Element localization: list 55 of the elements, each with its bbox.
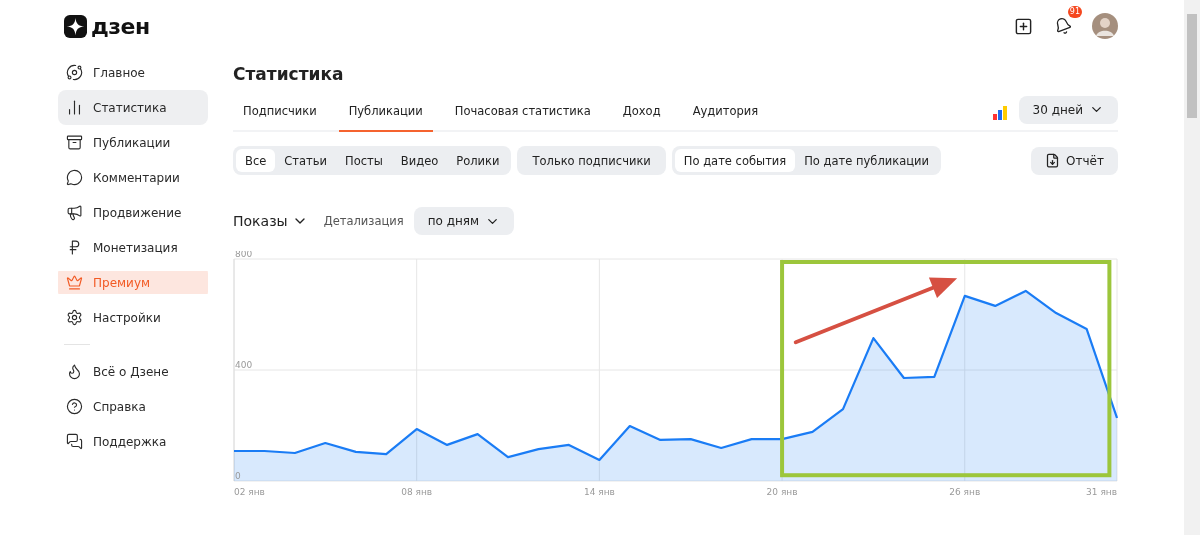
filter-option[interactable]: Видео (391, 149, 448, 172)
logo-text: дзен (91, 13, 150, 39)
axis-label: 02 янв (234, 487, 265, 497)
crown-icon (66, 274, 83, 291)
bar-chart-icon (66, 99, 83, 116)
sidebar-item[interactable]: Настройки (58, 300, 208, 335)
axis-label: 31 янв (1086, 487, 1117, 497)
filter-option[interactable]: Статьи (275, 149, 337, 172)
filter-option[interactable]: По дате публикации (795, 149, 938, 172)
axis-label: 26 янв (949, 487, 981, 497)
metric-dropdown[interactable]: Показы (233, 213, 308, 229)
page-title: Статистика (233, 64, 345, 84)
axis-label: 0 (235, 471, 241, 481)
filter-option[interactable]: Ролики (447, 149, 509, 172)
tab[interactable]: Доход (612, 94, 671, 132)
scrollbar[interactable] (1184, 0, 1200, 535)
help-icon (66, 398, 83, 415)
filter-option[interactable]: По дате события (674, 149, 796, 172)
sidebar-item[interactable]: Монетизация (58, 230, 208, 265)
settings-icon (66, 309, 83, 326)
sidebar-item[interactable]: Главное (58, 55, 208, 90)
planet-icon (66, 64, 83, 81)
sidebar-item[interactable]: Продвижение (58, 195, 208, 230)
sidebar-item[interactable]: Поддержка (58, 424, 208, 459)
flame-icon (66, 363, 83, 380)
sidebar-item[interactable]: Всё о Дзене (58, 354, 208, 389)
tab[interactable]: Аудитория (682, 94, 769, 132)
tab[interactable]: Почасовая статистика (444, 94, 601, 132)
sidebar-item[interactable]: Справка (58, 389, 208, 424)
sidebar-item[interactable]: Публикации (58, 125, 208, 160)
detail-label: Детализация (323, 214, 404, 228)
speech-bubble-icon (66, 169, 83, 186)
avatar[interactable] (1092, 13, 1118, 39)
subscribers-only-toggle[interactable]: Только подписчики (517, 146, 666, 175)
axis-label: 20 янв (766, 487, 798, 497)
bar-chart-icon (992, 105, 1007, 120)
axis-label: 14 янв (583, 487, 615, 497)
sidebar-item[interactable]: Статистика (58, 90, 208, 125)
axis-label: 800 (235, 251, 253, 259)
notification-count: 91 (1067, 6, 1082, 18)
filter-option[interactable]: Посты (336, 149, 392, 172)
megaphone-icon (66, 204, 83, 221)
report-button[interactable]: Отчёт (1031, 146, 1118, 175)
stack-icon (66, 134, 83, 151)
file-download-icon (1045, 153, 1061, 168)
detail-dropdown[interactable]: по дням (413, 207, 515, 235)
axis-label: 08 янв (401, 487, 433, 497)
logo-icon (64, 14, 87, 38)
period-dropdown[interactable]: 30 дней (1018, 95, 1118, 124)
axis-label: 400 (235, 360, 253, 370)
tab[interactable]: Публикации (338, 94, 433, 132)
sidebar-item[interactable]: Комментарии (58, 160, 208, 195)
tab[interactable]: Подписчики (233, 94, 327, 132)
filter-option[interactable]: Все (236, 149, 276, 172)
chat-bubbles-icon (66, 433, 83, 450)
